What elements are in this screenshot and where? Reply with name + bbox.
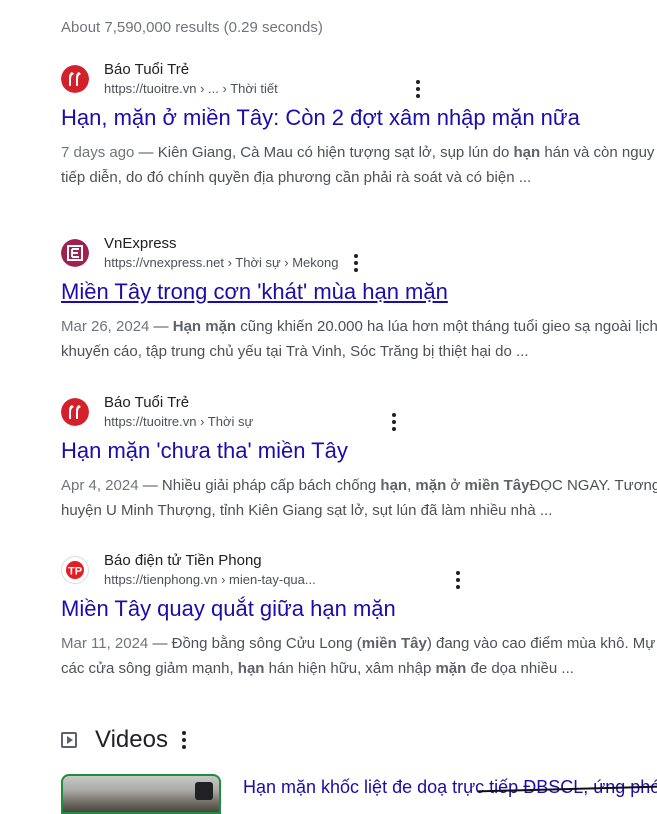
snippet-text: các cửa sông giảm mạnh, [61,660,238,677]
snippet-line: khuyến cáo, tập trung chủ yếu tại Trà Vi… [61,343,529,360]
videos-heading: Videos [95,726,168,753]
more-options-icon[interactable] [387,412,401,432]
search-result: Báo Tuổi Trẻ https://tuoitre.vn › Thời s… [61,394,657,523]
search-result: VnExpress https://vnexpress.net › Thời s… [61,235,657,364]
result-stats: About 7,590,000 results (0.29 seconds) [61,19,323,36]
more-options-icon[interactable] [349,253,363,273]
result-title-link[interactable]: Miền Tây trong cơn 'khát' mùa hạn mặn [61,278,657,306]
result-source[interactable]: TP Báo điện tử Tiền Phong https://tienph… [61,552,657,590]
more-options-icon[interactable] [451,570,465,590]
result-date: Apr 4, 2024 [61,477,139,494]
site-name: Báo Tuổi Trẻ [104,394,190,411]
snippet-highlight: miền Tây [361,635,427,652]
result-date: Mar 26, 2024 [61,318,150,335]
snippet-highlight: Hạn mặn [172,318,237,335]
snippet-highlight: mặn [435,660,467,677]
result-source[interactable]: Báo Tuổi Trẻ https://tuoitre.vn › ... › … [61,61,657,99]
snippet-highlight: mặn [415,477,447,494]
search-result: Báo Tuổi Trẻ https://tuoitre.vn › ... › … [61,61,657,190]
more-options-icon[interactable] [411,79,425,99]
site-name: Báo Tuổi Trẻ [104,61,190,78]
snippet-text: hán hiện hữu, xâm nhập [264,660,436,677]
site-name: Báo điện tử Tiền Phong [104,552,262,569]
svg-text:TP: TP [68,566,82,578]
site-url: https://tuoitre.vn › ... › Thời tiết [104,81,278,96]
video-badge-icon [195,782,213,800]
snippet-text: ĐỌC NGAY. Tương [529,477,657,494]
result-snippet: Mar 11, 2024 — Đồng bằng sông Cửu Long (… [61,631,657,681]
tuoitre-logo-icon [61,65,89,93]
snippet-text: — Nhiều giải pháp cấp bách chống [138,477,381,494]
result-source[interactable]: VnExpress https://vnexpress.net › Thời s… [61,235,657,273]
result-title-link[interactable]: Miền Tây quay quắt giữa hạn mặn [61,595,657,623]
result-snippet: 7 days ago — Kiên Giang, Cà Mau có hiện … [61,140,657,190]
snippet-text: ) đang vào cao điểm mùa khô. Mự [426,635,656,652]
search-result: TP Báo điện tử Tiền Phong https://tienph… [61,552,657,681]
vnexpress-logo-icon [61,239,89,267]
snippet-line: các cửa sông giảm mạnh, hạn hán hiện hữu… [61,656,657,681]
snippet-text: cũng khiến 20.000 ha lúa hơn một tháng t… [236,318,657,335]
snippet-text: — Đồng bằng sông Cửu Long ( [148,635,362,652]
result-title-link[interactable]: Hạn mặn 'chưa tha' miền Tây [61,437,657,465]
result-date: 7 days ago [61,144,135,161]
snippet-text: — Kiên Giang, Cà Mau có hiện tượng sạt l… [134,144,514,161]
result-snippet: Apr 4, 2024 — Nhiều giải pháp cấp bách c… [61,473,657,523]
video-thumbnail[interactable] [61,774,221,814]
result-title-link[interactable]: Hạn, mặn ở miền Tây: Còn 2 đợt xâm nhập … [61,104,657,132]
snippet-line: tiếp diễn, do đó chính quyền địa phương … [61,169,532,186]
tuoitre-logo-icon [61,398,89,426]
result-source[interactable]: Báo Tuổi Trẻ https://tuoitre.vn › Thời s… [61,394,657,432]
snippet-text: ở [446,477,465,494]
site-url: https://vnexpress.net › Thời sự › Mekong [104,255,339,270]
more-options-icon[interactable] [181,731,186,749]
snippet-highlight: hạn [237,660,265,677]
videos-section-header: Videos [61,724,186,756]
tienphong-logo-icon: TP [61,556,89,584]
site-url: https://tuoitre.vn › Thời sự [104,414,254,429]
result-snippet: Mar 26, 2024 — Hạn mặn cũng khiến 20.000… [61,314,657,364]
snippet-highlight: hạn [380,477,408,494]
site-url: https://tienphong.vn › mien-tay-qua... [104,572,316,587]
snippet-line: huyện U Minh Thượng, tỉnh Kiên Giang sạt… [61,502,553,519]
snippet-text: hán và còn nguy [540,144,655,161]
snippet-text: đe dọa nhiều ... [466,660,574,677]
site-name: VnExpress [104,235,177,252]
result-date: Mar 11, 2024 [61,635,149,652]
snippet-highlight: miền Tây [464,477,530,494]
video-play-icon [61,732,77,748]
snippet-text: — [149,318,173,335]
snippet-highlight: hạn [513,144,541,161]
